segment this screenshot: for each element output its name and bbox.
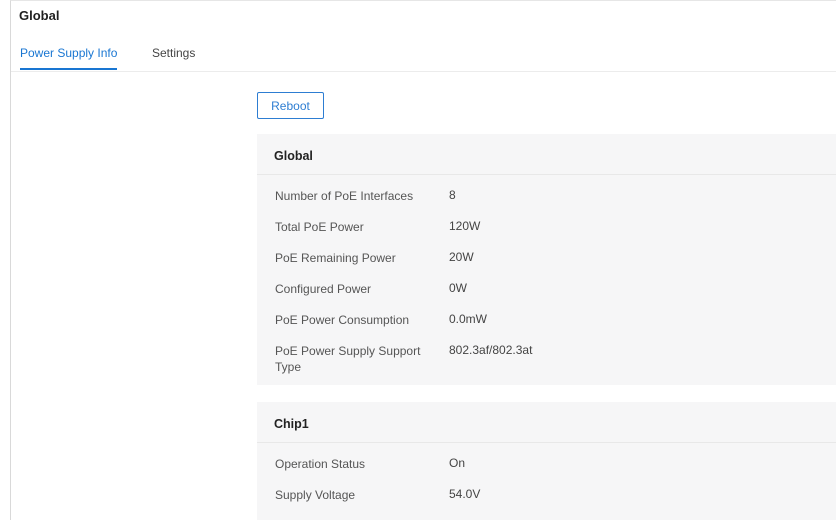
- row-label: PoE Remaining Power: [275, 251, 396, 265]
- tab-label: Settings: [152, 46, 196, 60]
- row-value: 802.3af/802.3at: [449, 343, 533, 357]
- tab-power-supply-info[interactable]: Power Supply Info: [20, 46, 118, 70]
- main-frame: Global Power Supply Info Settings Reboot…: [10, 0, 836, 520]
- row-value: 20W: [449, 250, 474, 264]
- info-row: PoE Power Consumption 0.0mW: [257, 305, 836, 336]
- row-label: PoE Power Consumption: [275, 313, 410, 327]
- page-title: Global: [19, 8, 60, 23]
- active-tab-indicator: [20, 68, 118, 70]
- row-value: On: [449, 456, 466, 470]
- info-row: Supply Voltage 54.0V: [257, 480, 836, 511]
- row-value: 0.0mW: [449, 312, 488, 326]
- info-row: Operation Status On: [257, 449, 836, 480]
- chip-panel: Chip1 Operation Status On Supply Voltage…: [257, 402, 836, 520]
- panel-title: Chip1: [257, 402, 836, 443]
- row-label: PoE Power Supply Support Type: [275, 344, 421, 374]
- row-label: Total PoE Power: [275, 220, 364, 234]
- row-label: Operation Status: [275, 457, 366, 471]
- info-row: PoE Remaining Power 20W: [257, 243, 836, 274]
- tab-bar: Power Supply Info Settings: [11, 39, 836, 72]
- panel-title: Global: [257, 134, 836, 175]
- tab-settings[interactable]: Settings: [152, 46, 195, 69]
- row-label: Number of PoE Interfaces: [275, 189, 414, 203]
- tab-label: Power Supply Info: [20, 46, 118, 60]
- info-row: PoE Power Supply Support Type 802.3af/80…: [257, 336, 836, 384]
- reboot-button[interactable]: Reboot: [257, 92, 324, 119]
- row-value: 120W: [449, 219, 481, 233]
- info-row: Configured Power 0W: [257, 274, 836, 305]
- global-panel: Global Number of PoE Interfaces 8 Total …: [257, 134, 836, 385]
- row-value: 0W: [449, 281, 467, 295]
- row-value: 54.0V: [449, 487, 481, 501]
- row-label: Configured Power: [275, 282, 372, 296]
- row-label: Supply Voltage: [275, 488, 356, 502]
- info-row: Total PoE Power 120W: [257, 212, 836, 243]
- row-value: 8: [449, 188, 456, 202]
- info-row: Number of PoE Interfaces 8: [257, 181, 836, 212]
